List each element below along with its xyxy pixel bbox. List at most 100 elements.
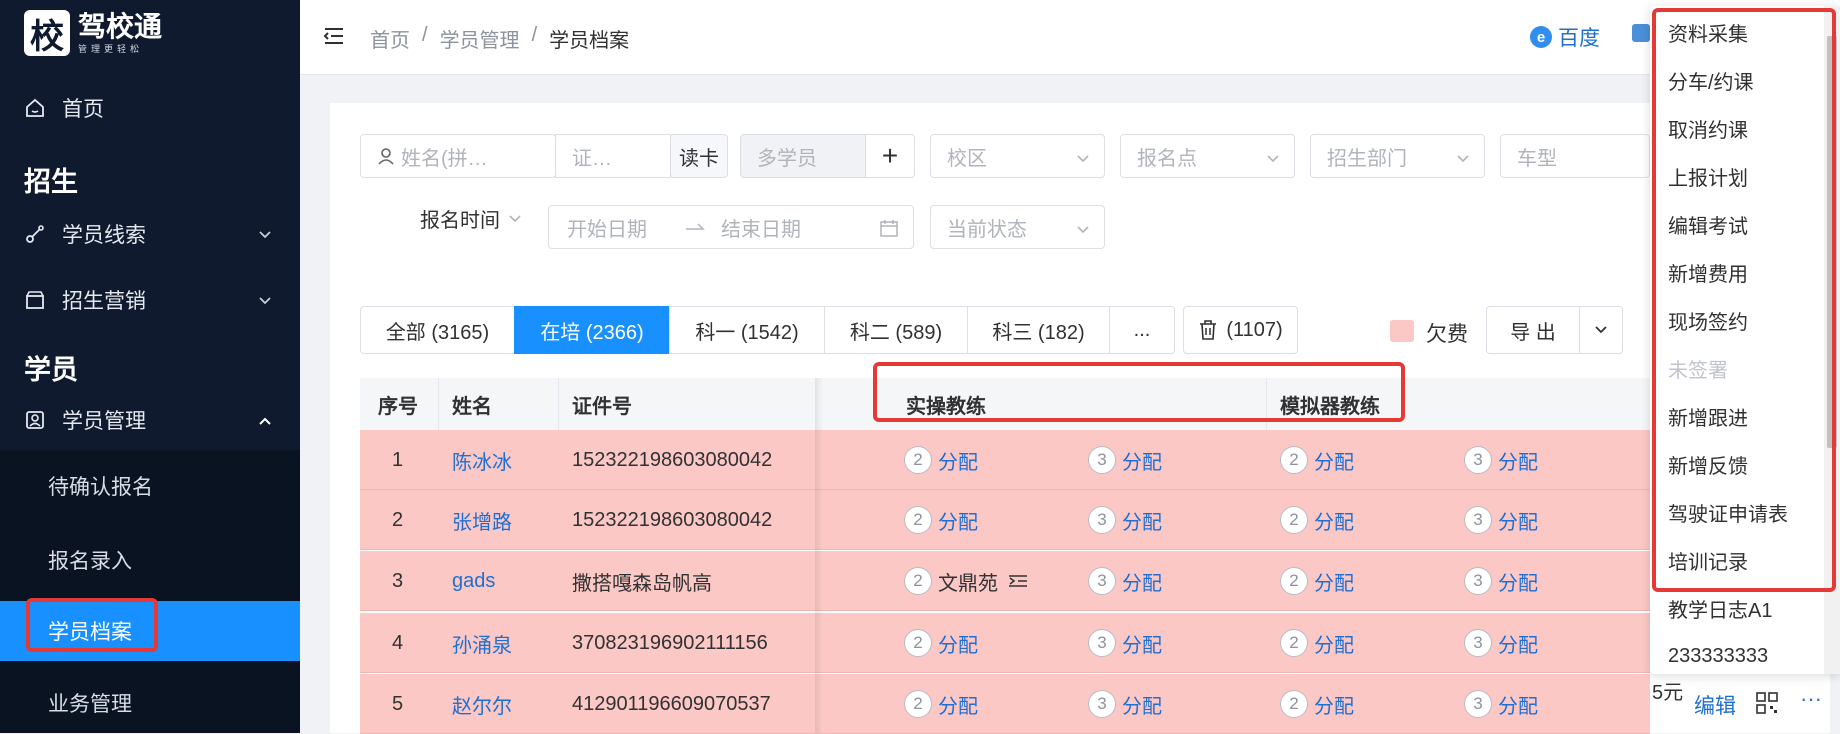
coach-assign[interactable]: 2 分配: [904, 674, 978, 734]
name-search-input[interactable]: 姓名(拼…: [360, 134, 556, 178]
read-card-button[interactable]: 读卡: [670, 134, 728, 178]
coach-assign[interactable]: 2 文鼎苑: [904, 551, 1028, 611]
dropdown-item[interactable]: 分车/约课: [1668, 58, 1754, 102]
breadcrumb-student-mgmt[interactable]: 学员管理: [440, 24, 520, 53]
breadcrumb-home[interactable]: 首页: [370, 24, 410, 53]
assign-label: 分配: [1122, 572, 1162, 595]
assign-label: 分配: [1122, 511, 1162, 534]
baidu-link[interactable]: e 百度: [1530, 22, 1600, 52]
menu-fold-icon[interactable]: [322, 24, 346, 53]
dropdown-item[interactable]: 编辑考试: [1668, 202, 1748, 246]
dropdown-item[interactable]: 驾驶证申请表: [1668, 490, 1788, 534]
coach-assign[interactable]: 3 分配: [1464, 490, 1538, 550]
dropdown-item[interactable]: 培训记录: [1668, 538, 1748, 582]
coach-assign[interactable]: 3 分配: [1088, 551, 1162, 611]
coach-assign[interactable]: 3 分配: [1464, 551, 1538, 611]
dropdown-item[interactable]: 现场签约: [1668, 298, 1748, 342]
add-student-button[interactable]: +: [865, 134, 915, 178]
id-number: 370823196902111156: [572, 631, 768, 654]
dropdown-scrollbar[interactable]: [1824, 6, 1840, 674]
col-id: 证件号: [572, 395, 632, 418]
coach-assign[interactable]: 2 分配: [1280, 674, 1354, 734]
coach-assign[interactable]: 3 分配: [1464, 613, 1538, 673]
subject-badge: 3: [1088, 629, 1116, 657]
coach-assign[interactable]: 3 分配: [1088, 674, 1162, 734]
tab-deleted[interactable]: (1107): [1183, 306, 1298, 354]
breadcrumb-sep: /: [422, 24, 428, 46]
student-name-link[interactable]: 张增路: [452, 490, 512, 550]
coach-assign[interactable]: 2 分配: [1280, 430, 1354, 490]
student-name-link[interactable]: 孙涌泉: [452, 613, 512, 673]
coach-assign[interactable]: 3 分配: [1088, 613, 1162, 673]
multi-student-input[interactable]: 多学员: [740, 134, 866, 178]
student-name-link[interactable]: gads: [452, 551, 495, 611]
export-button[interactable]: 导 出: [1486, 306, 1580, 354]
coach-assign[interactable]: 2 分配: [1280, 613, 1354, 673]
campus-select[interactable]: 校区: [930, 134, 1105, 178]
table-row: 5 赵尔尔 412901196609070537 2 分配 3 分配 2 分配 3 分配: [360, 674, 1650, 734]
sidebar-item-home[interactable]: 首页: [0, 78, 300, 138]
date-range-picker[interactable]: 开始日期 结束日期: [548, 205, 914, 249]
coach-assign[interactable]: 3 分配: [1088, 430, 1162, 490]
tab-more[interactable]: ...: [1109, 306, 1175, 354]
coach-assign[interactable]: 2 分配: [1280, 490, 1354, 550]
dropdown-item[interactable]: 新增跟进: [1668, 394, 1748, 438]
scrollbar-thumb[interactable]: [1827, 36, 1837, 448]
multi-student-placeholder: 多学员: [757, 147, 817, 170]
coach-assign[interactable]: 3 分配: [1464, 430, 1538, 490]
coach-assign[interactable]: 2 分配: [1280, 551, 1354, 611]
dept-select[interactable]: 招生部门: [1310, 134, 1485, 178]
car-type-select[interactable]: 车型: [1500, 134, 1650, 178]
coach-assign[interactable]: 2 分配: [904, 613, 978, 673]
id-number: 412901196609070537: [572, 692, 771, 715]
tab-all[interactable]: 全部 (3165): [360, 306, 515, 354]
subject-badge: 3: [1464, 629, 1492, 657]
coach-assign[interactable]: 2 分配: [904, 490, 978, 550]
coach-assign[interactable]: 2 分配: [904, 430, 978, 490]
more-actions-icon[interactable]: ···: [1800, 686, 1822, 712]
dropdown-item[interactable]: 上报计划: [1668, 154, 1748, 198]
sidebar-subitem-business[interactable]: 业务管理: [0, 673, 300, 733]
gift-icon: [24, 289, 46, 311]
sidebar-item-student-mgmt[interactable]: 学员管理: [0, 390, 300, 450]
table-row: 1 陈冰冰 152322198603080042 2 分配 3 分配 2 分配 3 分配: [360, 430, 1650, 490]
tab-subject2[interactable]: 科二 (589): [824, 306, 968, 354]
export-dropdown-button[interactable]: [1579, 306, 1623, 354]
edit-link[interactable]: 编辑: [1694, 690, 1736, 720]
dropdown-item[interactable]: 新增费用: [1668, 250, 1748, 294]
dropdown-item[interactable]: 新增反馈: [1668, 442, 1748, 486]
row-number: 5: [392, 692, 404, 715]
deleted-count: (1107): [1226, 318, 1283, 341]
id-search-input[interactable]: 证…: [555, 134, 671, 178]
subject-badge: 2: [904, 506, 932, 534]
signup-point-select[interactable]: 报名点: [1120, 134, 1295, 178]
signup-time-select[interactable]: 报名时间: [420, 204, 522, 233]
app-icon[interactable]: [1632, 24, 1650, 42]
coach-assign[interactable]: 3 分配: [1464, 674, 1538, 734]
assign-label: 分配: [1498, 634, 1538, 657]
end-date-placeholder: 结束日期: [721, 218, 801, 241]
group-recruit: 招生: [24, 167, 78, 197]
breadcrumb: 首页 / 学员管理 / 学员档案: [370, 24, 641, 53]
tab-subject3[interactable]: 科三 (182): [967, 306, 1110, 354]
id-placeholder: 证…: [572, 147, 612, 170]
sidebar-subitem-signup[interactable]: 报名录入: [0, 530, 300, 590]
tab-training[interactable]: 在培 (2366): [514, 306, 670, 354]
dropdown-item[interactable]: 233333333: [1668, 634, 1768, 678]
tab-subject1[interactable]: 科一 (1542): [669, 306, 825, 354]
dropdown-item[interactable]: 资料采集: [1668, 10, 1748, 54]
list-indent-icon[interactable]: [1008, 573, 1028, 589]
sidebar-subitem-pending[interactable]: 待确认报名: [0, 456, 300, 516]
qrcode-icon[interactable]: [1756, 692, 1778, 714]
student-name-link[interactable]: 赵尔尔: [452, 674, 512, 734]
status-select[interactable]: 当前状态: [930, 205, 1105, 249]
dropdown-item[interactable]: 取消约课: [1668, 106, 1748, 150]
student-name-link[interactable]: 陈冰冰: [452, 430, 512, 490]
sidebar-item-leads[interactable]: 学员线索: [0, 204, 300, 264]
sidebar-subitem-archive[interactable]: 学员档案: [0, 601, 300, 661]
subject-badge: 2: [904, 629, 932, 657]
coach-assign[interactable]: 3 分配: [1088, 490, 1162, 550]
sidebar-item-marketing[interactable]: 招生营销: [0, 270, 300, 330]
baidu-label: 百度: [1558, 27, 1600, 50]
dropdown-item[interactable]: 教学日志A1: [1668, 586, 1772, 630]
